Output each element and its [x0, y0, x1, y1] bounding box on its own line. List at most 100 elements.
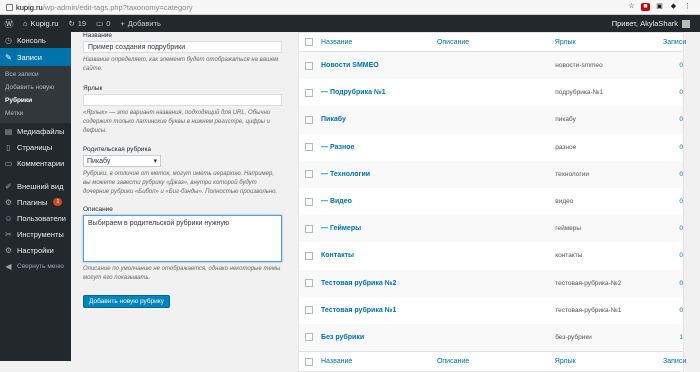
sidebar-item-pages[interactable]: ▯ Страницы	[0, 139, 71, 155]
row-checkbox[interactable]	[305, 61, 313, 70]
footer-column-slug[interactable]: Ярлык	[555, 358, 663, 365]
category-count-link[interactable]: 0	[664, 89, 683, 96]
category-count-link[interactable]: 0	[664, 280, 683, 287]
collapse-menu-button[interactable]: ◀ Свернуть меню	[0, 258, 71, 274]
comments-link[interactable]: ▭ 0	[91, 19, 115, 28]
row-checkbox[interactable]	[305, 170, 313, 179]
comment-icon: ▭	[96, 19, 104, 28]
table-row: — Подрубрика №1 подрубрика-№1 0	[299, 79, 683, 106]
plugin-icon: ⚙	[4, 197, 13, 207]
sidebar-item-dashboard[interactable]: ◷ Консоль	[0, 32, 71, 48]
users-icon: ☺	[4, 213, 13, 223]
row-checkbox[interactable]	[305, 306, 313, 315]
category-name-link[interactable]: Контакты	[321, 252, 437, 259]
category-name-link[interactable]: — Разное	[321, 144, 437, 151]
category-name-link[interactable]: Новости SMMEO	[321, 62, 437, 69]
submenu-all-posts[interactable]: Все записи	[0, 68, 71, 81]
plugin-update-badge: 1	[53, 198, 63, 206]
category-count-link[interactable]: 0	[664, 171, 683, 178]
row-checkbox[interactable]	[305, 143, 313, 152]
table-header: Название Описание Ярлык Записи	[299, 33, 686, 52]
parent-select[interactable]: Пикабу ▾	[83, 155, 161, 167]
select-all-checkbox-footer[interactable]	[305, 357, 313, 366]
category-name-link[interactable]: — Подрубрика №1	[321, 89, 437, 96]
chevron-down-icon: ▾	[153, 158, 157, 165]
pin-icon: ✎	[5, 52, 12, 62]
sidebar-item-posts[interactable]: ✎ Записи	[0, 48, 71, 66]
page-icon: ▯	[6, 142, 11, 152]
sidebar-item-tools[interactable]: ✂ Инструменты	[0, 226, 71, 242]
category-count-link[interactable]: 0	[664, 225, 683, 232]
categories-table: Название Описание Ярлык Записи Новости S…	[298, 32, 686, 372]
column-name[interactable]: Название	[321, 39, 437, 46]
category-name-link[interactable]: Тестовая рубрика №1	[321, 307, 437, 314]
adblock-icon[interactable]: ■	[641, 3, 650, 11]
category-count-link[interactable]: 0	[664, 252, 683, 259]
table-row: — Технологии технологии 0	[299, 160, 683, 188]
footer-column-name[interactable]: Название	[321, 358, 437, 365]
row-checkbox[interactable]	[305, 115, 313, 124]
submenu-add-new[interactable]: Добавить новую	[0, 81, 71, 94]
row-checkbox[interactable]	[305, 224, 313, 233]
slug-input[interactable]	[83, 94, 282, 106]
site-name-link[interactable]: ⌂ Kupig.ru	[18, 19, 63, 28]
submenu-categories[interactable]: Рубрики	[0, 94, 71, 107]
slug-help: «Ярлык» — это вариант названия, подходящ…	[83, 110, 271, 134]
category-count-link[interactable]: 0	[664, 198, 683, 205]
row-checkbox[interactable]	[305, 88, 313, 97]
iq-icon[interactable]: ◆	[669, 3, 678, 11]
add-new-link[interactable]: + Добавить	[115, 19, 166, 28]
category-count-link[interactable]: 0	[664, 307, 683, 314]
column-count[interactable]: Записи	[663, 39, 686, 46]
category-slug: без-рубрики	[555, 333, 592, 341]
footer-column-description[interactable]: Описание	[437, 358, 555, 365]
updates-link[interactable]: ↻ 19	[63, 19, 91, 28]
sidebar-item-comments[interactable]: ▭ Комментарии	[0, 155, 71, 171]
url-field[interactable]: kupig.ru/wp-admin/edit-tags.php?taxonomy…	[16, 3, 193, 12]
sidebar-item-users[interactable]: ☺ Пользователи	[0, 210, 71, 226]
submenu-tags[interactable]: Метки	[0, 107, 71, 120]
category-count-link[interactable]: 0	[664, 116, 683, 123]
category-name-link[interactable]: — Технологии	[321, 171, 437, 178]
category-name-link[interactable]: Без рубрики	[321, 334, 437, 341]
plus-icon: +	[120, 19, 125, 28]
table-row: — Разное разное 0	[299, 134, 683, 161]
category-slug: подрубрика-№1	[555, 89, 604, 97]
dashboard-icon: ◷	[5, 35, 12, 45]
category-count-link[interactable]: 0	[664, 62, 683, 69]
user-account-link[interactable]: Привет, AkylaShark	[612, 19, 700, 28]
column-description[interactable]: Описание	[437, 39, 555, 46]
add-category-button[interactable]: Добавить новую рубрику	[83, 295, 170, 308]
posts-submenu: Все записи Добавить новую Рубрики Метки	[0, 66, 71, 123]
menu-icon[interactable]: ⋮	[683, 3, 692, 11]
wordpress-logo-icon[interactable]: Ⓦ	[0, 17, 18, 30]
category-slug: разное	[555, 143, 577, 151]
sidebar-item-settings[interactable]: ⚙ Настройки	[0, 242, 71, 258]
lock-icon	[6, 3, 13, 11]
home-icon: ⌂	[23, 19, 28, 28]
category-name-link[interactable]: Пикабу	[321, 116, 437, 123]
category-count-link[interactable]: 0	[664, 144, 683, 151]
row-checkbox[interactable]	[305, 279, 313, 288]
category-name-link[interactable]: — Геймеры	[321, 225, 437, 232]
category-count-link[interactable]: 1	[664, 334, 683, 341]
select-all-checkbox[interactable]	[305, 38, 313, 46]
description-textarea[interactable]: Выбираем в родительской рубрики нужную	[83, 215, 282, 262]
row-checkbox[interactable]	[305, 333, 313, 342]
row-checkbox[interactable]	[305, 197, 313, 206]
sidebar-item-appearance[interactable]: ✐ Внешний вид	[0, 178, 71, 194]
column-slug[interactable]: Ярлык	[555, 39, 663, 46]
name-input[interactable]: Пример создания подрубрики	[83, 41, 282, 53]
sidebar-item-plugins[interactable]: ⚙ Плагины 1	[0, 194, 71, 210]
row-checkbox[interactable]	[305, 251, 313, 260]
brush-icon: ✐	[5, 181, 12, 191]
table-row: Тестовая рубрика №1 тестовая-рубрика-№1 0	[299, 297, 683, 324]
table-row: Контакты контакты 0	[299, 242, 683, 269]
wp-admin-bar: Ⓦ ⌂ Kupig.ru ↻ 19 ▭ 0 + Добавить Привет, Aky…	[0, 15, 700, 32]
category-name-link[interactable]: Тестовая рубрика №2	[321, 280, 437, 287]
category-name-link[interactable]: — Видео	[321, 198, 437, 205]
extension-icon[interactable]: ▣	[655, 3, 664, 11]
star-icon[interactable]: ☆	[627, 3, 636, 11]
sidebar-item-media[interactable]: ▤ Медиафайлы	[0, 123, 71, 139]
footer-column-count[interactable]: Записи	[663, 358, 686, 365]
